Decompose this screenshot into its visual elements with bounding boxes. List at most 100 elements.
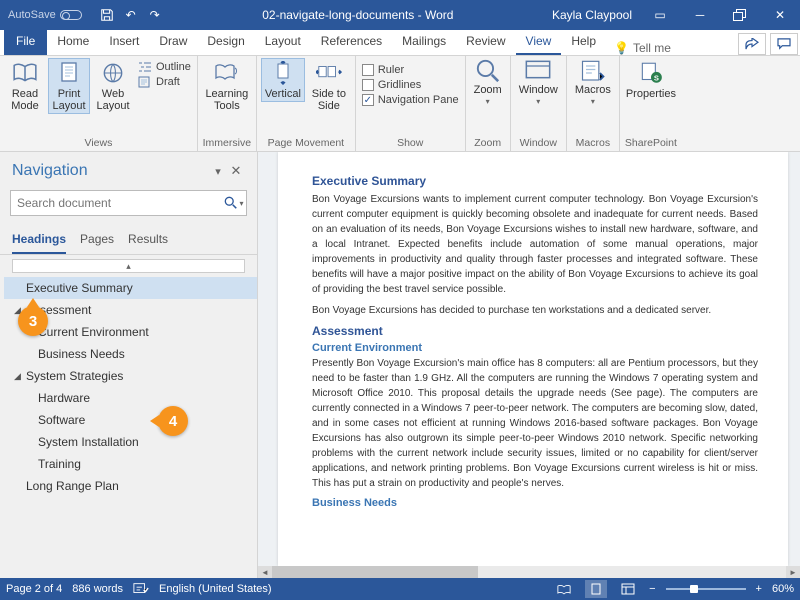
scroll-track[interactable]	[272, 566, 786, 578]
read-mode-label: Read Mode	[6, 88, 44, 112]
tab-view[interactable]: View	[516, 29, 562, 55]
tab-mailings[interactable]: Mailings	[392, 29, 456, 55]
ribbon-tabs: File Home Insert Draw Design Layout Refe…	[0, 30, 800, 56]
heading-long-range-plan[interactable]: Long Range Plan	[4, 475, 257, 497]
heading-executive-summary[interactable]: Executive Summary	[4, 277, 257, 299]
document-area[interactable]: Executive Summary Bon Voyage Excursions …	[258, 152, 800, 578]
read-mode-view-icon[interactable]	[553, 580, 575, 598]
autosave-toggle[interactable]: AutoSave	[0, 9, 90, 21]
heading-software[interactable]: Software	[4, 409, 257, 431]
print-layout-view-icon[interactable]	[585, 580, 607, 598]
save-icon[interactable]	[96, 4, 118, 26]
window-label: Window	[515, 135, 562, 151]
doc-para: Bon Voyage Excursions has decided to pur…	[312, 303, 758, 318]
collapse-all-icon[interactable]: ▴	[12, 259, 245, 273]
autosave-label: AutoSave	[8, 9, 56, 21]
nav-options-icon[interactable]: ▾	[209, 165, 227, 178]
search-icon[interactable]: ▾	[223, 192, 245, 214]
maximize-icon[interactable]	[720, 0, 760, 30]
ruler-checkbox[interactable]: Ruler	[362, 64, 459, 76]
close-icon[interactable]: ✕	[760, 0, 800, 30]
page-movement-label: Page Movement	[261, 135, 351, 151]
properties-icon: S	[637, 60, 665, 86]
zoom-thumb[interactable]	[690, 585, 698, 593]
tell-me[interactable]: 💡 Tell me	[606, 41, 679, 55]
scroll-left-icon[interactable]: ◄	[258, 566, 272, 578]
zoom-label: Zoom	[470, 135, 506, 151]
nav-tab-results[interactable]: Results	[128, 228, 168, 254]
minimize-icon[interactable]: ─	[680, 0, 720, 30]
user-name[interactable]: Kayla Claypool	[544, 8, 640, 22]
immersive-label: Immersive	[202, 135, 252, 151]
outline-button[interactable]: Outline	[138, 61, 191, 73]
search-input[interactable]	[10, 190, 247, 216]
tab-insert[interactable]: Insert	[99, 29, 149, 55]
macros-label: Macros	[571, 135, 615, 151]
word-count[interactable]: 886 words	[72, 583, 123, 595]
group-window: Window ▾ Window	[511, 56, 567, 151]
tab-file[interactable]: File	[4, 29, 47, 55]
tab-references[interactable]: References	[311, 29, 392, 55]
zoom-slider[interactable]	[666, 588, 746, 590]
chevron-down-icon: ▾	[486, 98, 490, 107]
window-button[interactable]: Window ▾	[515, 58, 562, 109]
group-sharepoint: S Properties SharePoint	[620, 56, 682, 151]
zoom-button[interactable]: Zoom ▾	[470, 58, 506, 109]
read-mode-button[interactable]: Read Mode	[4, 58, 46, 114]
spell-check-icon[interactable]	[133, 582, 149, 596]
heading-system-strategies[interactable]: ◢System Strategies	[4, 365, 257, 387]
nav-tab-headings[interactable]: Headings	[12, 228, 66, 254]
web-layout-icon	[99, 60, 127, 86]
group-macros: Macros ▾ Macros	[567, 56, 620, 151]
group-immersive: Learning Tools Immersive	[198, 56, 257, 151]
navigation-pane-checkbox[interactable]: ✓Navigation Pane	[362, 94, 459, 106]
tab-home[interactable]: Home	[47, 29, 99, 55]
nav-tab-pages[interactable]: Pages	[80, 228, 114, 254]
heading-system-installation[interactable]: System Installation	[4, 431, 257, 453]
nav-title: Navigation	[12, 162, 209, 180]
side-to-side-button[interactable]: Side to Side	[307, 58, 351, 114]
print-layout-button[interactable]: Print Layout	[48, 58, 90, 114]
redo-icon[interactable]: ↷	[144, 4, 166, 26]
comments-button[interactable]	[770, 33, 798, 55]
scroll-thumb[interactable]	[272, 566, 478, 578]
properties-label: Properties	[626, 88, 676, 100]
learning-tools-label: Learning Tools	[204, 88, 250, 112]
tab-draw[interactable]: Draw	[149, 29, 197, 55]
undo-icon[interactable]: ↶	[120, 4, 142, 26]
horizontal-scrollbar[interactable]: ◄ ►	[258, 566, 800, 578]
properties-button[interactable]: S Properties	[624, 58, 678, 102]
page-number[interactable]: Page 2 of 4	[6, 583, 62, 595]
sharepoint-label: SharePoint	[624, 135, 678, 151]
zoom-level[interactable]: 60%	[772, 583, 794, 595]
ribbon-display-icon[interactable]: ▭	[640, 0, 680, 30]
toggle-off-icon	[60, 10, 82, 20]
tab-layout[interactable]: Layout	[255, 29, 311, 55]
zoom-out-button[interactable]: −	[649, 583, 655, 595]
heading-training[interactable]: Training	[4, 453, 257, 475]
zoom-in-button[interactable]: +	[756, 583, 762, 595]
status-bar: Page 2 of 4 886 words English (United St…	[0, 578, 800, 600]
tab-design[interactable]: Design	[197, 29, 254, 55]
tab-review[interactable]: Review	[456, 29, 515, 55]
draft-icon	[138, 76, 152, 88]
macros-button[interactable]: Macros ▾	[571, 58, 615, 109]
gridlines-checkbox[interactable]: Gridlines	[362, 79, 459, 91]
draft-button[interactable]: Draft	[138, 76, 191, 88]
collapse-icon[interactable]: ◢	[14, 371, 26, 382]
heading-hardware[interactable]: Hardware	[4, 387, 257, 409]
web-layout-button[interactable]: Web Layout	[92, 58, 134, 114]
side-to-side-label: Side to Side	[309, 88, 349, 112]
learning-tools-button[interactable]: Learning Tools	[202, 58, 252, 114]
main-area: Navigation ▾ ✕ ▾ Headings Pages Results …	[0, 152, 800, 578]
tab-help[interactable]: Help	[561, 29, 606, 55]
nav-close-icon[interactable]: ✕	[227, 163, 245, 179]
quick-access-toolbar: ↶ ↷	[90, 4, 172, 26]
heading-business-needs[interactable]: Business Needs	[4, 343, 257, 365]
vertical-button[interactable]: Vertical	[261, 58, 305, 102]
scroll-right-icon[interactable]: ►	[786, 566, 800, 578]
web-layout-view-icon[interactable]	[617, 580, 639, 598]
share-button[interactable]	[738, 33, 766, 55]
svg-text:S: S	[654, 74, 659, 83]
language[interactable]: English (United States)	[159, 583, 272, 595]
